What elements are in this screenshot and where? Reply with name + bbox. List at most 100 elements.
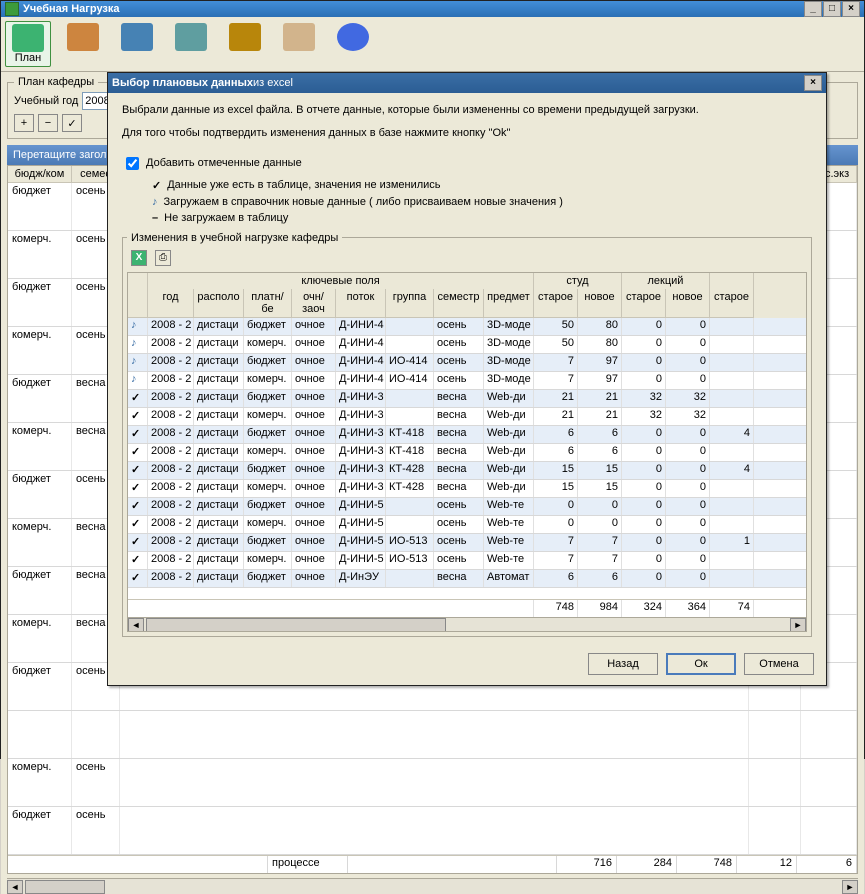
col-group[interactable]: группа	[386, 289, 434, 318]
minimize-button[interactable]: _	[804, 1, 822, 17]
plan-icon	[12, 24, 44, 52]
excel-icon[interactable]: X	[131, 250, 147, 266]
h-scrollbar[interactable]: ◄ ►	[7, 878, 858, 894]
cancel-button[interactable]: Отмена	[744, 653, 814, 675]
toolbar-people[interactable]	[61, 21, 105, 67]
col-budget[interactable]: бюдж/ком	[8, 166, 72, 182]
main-toolbar: План	[1, 17, 864, 72]
col-old2[interactable]: старое	[622, 289, 666, 318]
check-icon	[131, 554, 140, 566]
pie-icon	[121, 23, 153, 51]
table-row[interactable]: 2008 - 2дистацикомерч.очноеД-ИНИ-5осеньW…	[128, 516, 806, 534]
table-row[interactable]: 2008 - 2дистацикомерч.очноеД-ИНИ-4ИО-414…	[128, 372, 806, 390]
table-row[interactable]: 2008 - 2дистацибюджеточноеД-ИНИ-4ИО-414о…	[128, 354, 806, 372]
add-marked-label: Добавить отмеченные данные	[146, 157, 302, 169]
toolbar-db[interactable]	[277, 21, 321, 67]
table-row[interactable]: 2008 - 2дистацибюджеточноеД-ИнЭУвеснаАвт…	[128, 570, 806, 588]
table-row[interactable]: комерч.осень	[8, 759, 857, 807]
database-icon	[283, 23, 315, 51]
toolbar-plan[interactable]: План	[5, 21, 51, 67]
content-area: План кафедры Учебный год + − ✓ Перетащит…	[1, 72, 864, 894]
add-marked-checkbox[interactable]: Добавить отмеченные данные	[122, 154, 812, 173]
dialog-close-button[interactable]: ×	[804, 75, 822, 91]
note-icon	[131, 337, 137, 349]
calendar-icon	[175, 23, 207, 51]
scroll-thumb[interactable]	[25, 880, 105, 894]
col-raspol[interactable]: располо	[194, 289, 244, 318]
app-title: Учебная Нагрузка	[23, 3, 120, 15]
group-lek[interactable]: лекций	[622, 273, 710, 289]
year-label: Учебный год	[14, 95, 78, 107]
col-old3[interactable]: старое	[710, 289, 754, 318]
col-subj[interactable]: предмет	[484, 289, 534, 318]
check-icon	[131, 518, 140, 530]
add-marked-input[interactable]	[126, 157, 139, 170]
table-row[interactable]: 2008 - 2дистацикомерч.очноеД-ИНИ-4осень3…	[128, 336, 806, 354]
toolbar-help[interactable]	[331, 21, 375, 67]
table-row[interactable]: 2008 - 2дистацикомерч.очноеД-ИНИ-3КТ-428…	[128, 480, 806, 498]
check-icon	[131, 572, 140, 584]
grid-footer: 74898432436474	[128, 599, 806, 617]
toolbar-calendar[interactable]	[169, 21, 213, 67]
group-stud[interactable]: студ	[534, 273, 622, 289]
note-icon	[131, 373, 137, 385]
table-row[interactable]: 2008 - 2дистацибюджеточноеД-ИНИ-4осень3D…	[128, 318, 806, 336]
toolbar-chart[interactable]	[115, 21, 159, 67]
table-row[interactable]: 2008 - 2дистацикомерч.очноеД-ИНИ-3веснаW…	[128, 408, 806, 426]
col-sem[interactable]: семестр	[434, 289, 484, 318]
table-row[interactable]: 2008 - 2дистацибюджеточноеД-ИНИ-5осеньWe…	[128, 498, 806, 516]
add-button[interactable]: +	[14, 114, 34, 132]
bg-grid-footer: процессе 716284748126	[8, 855, 857, 873]
main-window: Учебная Нагрузка _ □ × План План кафедры…	[0, 0, 865, 759]
confirm-button[interactable]: ✓	[62, 114, 82, 132]
search-icon	[229, 23, 261, 51]
dash-icon	[152, 212, 158, 224]
check-icon	[131, 446, 140, 458]
legend-skip: Не загружаем в таблицу	[152, 212, 812, 224]
table-row[interactable]: 2008 - 2дистацибюджеточноеД-ИНИ-5ИО-513о…	[128, 534, 806, 552]
grid-h-scrollbar[interactable]: ◄ ►	[128, 617, 806, 631]
ok-button[interactable]: Ок	[666, 653, 736, 675]
toolbar-search[interactable]	[223, 21, 267, 67]
col-platn[interactable]: платн/бе	[244, 289, 292, 318]
import-dialog: Выбор плановых данных из excel × Выбрали…	[107, 72, 827, 686]
print-icon[interactable]: ⎙	[155, 250, 171, 266]
close-button[interactable]: ×	[842, 1, 860, 17]
table-row[interactable]: 2008 - 2дистацикомерч.очноеД-ИНИ-5ИО-513…	[128, 552, 806, 570]
table-row[interactable]: 2008 - 2дистацибюджеточноеД-ИНИ-3КТ-428в…	[128, 462, 806, 480]
table-row[interactable]: 2008 - 2дистацибюджеточноеД-ИНИ-3веснаWe…	[128, 390, 806, 408]
group-key[interactable]: ключевые поля	[148, 273, 534, 289]
check-icon	[152, 179, 161, 192]
col-new1[interactable]: новое	[578, 289, 622, 318]
check-icon	[131, 464, 140, 476]
note-icon	[131, 319, 137, 331]
grid-scroll-thumb[interactable]	[146, 618, 446, 632]
col-year[interactable]: год	[148, 289, 194, 318]
table-row[interactable]: 2008 - 2дистацикомерч.очноеД-ИНИ-3КТ-418…	[128, 444, 806, 462]
table-row[interactable]: бюджетосень	[8, 807, 857, 855]
col-old1[interactable]: старое	[534, 289, 578, 318]
table-row[interactable]	[8, 711, 857, 759]
table-row[interactable]: 2008 - 2дистацибюджеточноеД-ИНИ-3КТ-418в…	[128, 426, 806, 444]
scroll-right[interactable]: ►	[842, 880, 858, 894]
help-icon	[337, 23, 369, 51]
maximize-button[interactable]: □	[823, 1, 841, 17]
grid-scroll-right[interactable]: ►	[790, 618, 806, 632]
grid-body: 2008 - 2дистацибюджеточноеД-ИНИ-4осень3D…	[128, 318, 806, 599]
check-icon	[131, 410, 140, 422]
col-new2[interactable]: новое	[666, 289, 710, 318]
dialog-title-b: из excel	[253, 77, 293, 89]
remove-button[interactable]: −	[38, 114, 58, 132]
check-icon	[131, 428, 140, 440]
legend-exists: Данные уже есть в таблице, значения не и…	[152, 179, 812, 192]
col-ochn[interactable]: очн/заоч	[292, 289, 336, 318]
back-button[interactable]: Назад	[588, 653, 658, 675]
legend-load: Загружаем в справочник новые данные ( ли…	[152, 196, 812, 208]
dialog-titlebar: Выбор плановых данных из excel ×	[108, 73, 826, 93]
col-potok[interactable]: поток	[336, 289, 386, 318]
toolbar-plan-label: План	[15, 52, 42, 64]
grid-scroll-left[interactable]: ◄	[128, 618, 144, 632]
check-icon	[131, 500, 140, 512]
scroll-left[interactable]: ◄	[7, 880, 23, 894]
changes-legend: Изменения в учебной нагрузке кафедры	[127, 232, 342, 244]
